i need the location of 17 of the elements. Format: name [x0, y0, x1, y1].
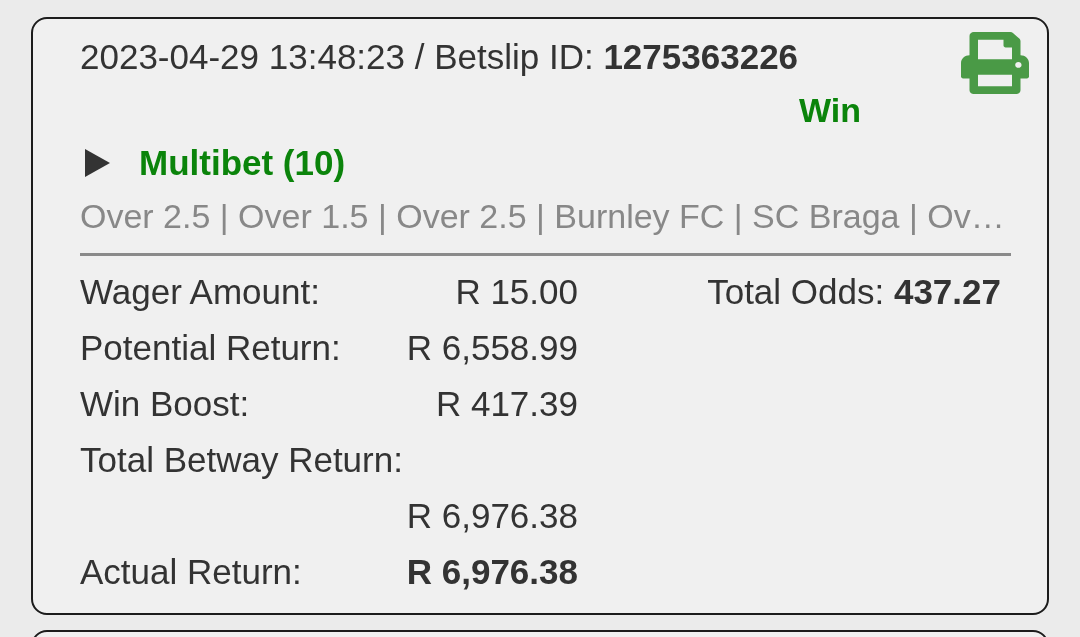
amount-value: R 15.00 [454, 271, 578, 313]
total-odds-text: Total Odds: 437.27 [707, 271, 1001, 313]
selections-text: Over 2.5 | Over 1.5 | Over 2.5 | Burnley FC | SC Braga | Ov… [80, 196, 1006, 236]
caret-icon[interactable] [85, 149, 110, 177]
amount-label: Actual Return: [80, 551, 302, 593]
bet-type-label[interactable]: Multibet (10) [139, 143, 346, 183]
amount-label: Win Boost: [80, 383, 250, 425]
amount-label: Wager Amount: [80, 271, 320, 313]
amount-value: R 6,558.99 [405, 327, 578, 369]
betslip-header-text: 2023-04-29 13:48:23 / Betslip ID: 1275363226 [80, 36, 799, 78]
amount-label: Total Betway Return: [80, 439, 403, 481]
amount-value: R 6,976.38 [405, 495, 578, 537]
status-label: Win [799, 94, 861, 126]
amount-value: R 6,976.38 [405, 551, 578, 593]
printer-icon[interactable] [961, 32, 1029, 94]
amount-value: R 417.39 [434, 383, 578, 425]
amount-label: Potential Return: [80, 327, 341, 369]
